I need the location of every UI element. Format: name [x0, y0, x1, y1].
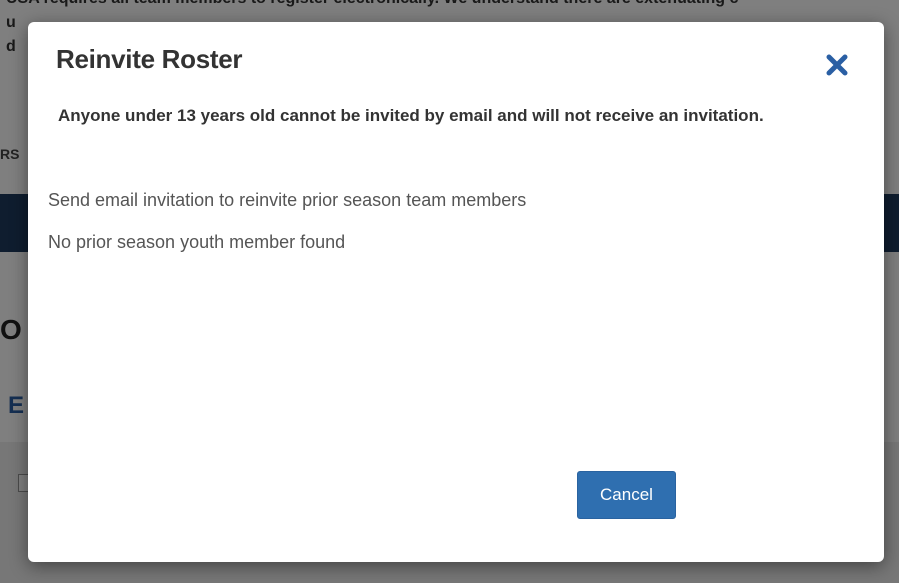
no-members-message: No prior season youth member found — [48, 232, 346, 252]
close-button[interactable] — [824, 52, 850, 78]
age-warning-text: Anyone under 13 years old cannot be invi… — [58, 106, 764, 125]
reinvite-description: Send email invitation to reinvite prior … — [48, 190, 527, 210]
close-icon — [824, 54, 850, 81]
reinvite-roster-dialog: Reinvite Roster Anyone under 13 years ol… — [28, 22, 884, 562]
dialog-title: Reinvite Roster — [56, 44, 243, 74]
cancel-button[interactable]: Cancel — [577, 471, 676, 519]
